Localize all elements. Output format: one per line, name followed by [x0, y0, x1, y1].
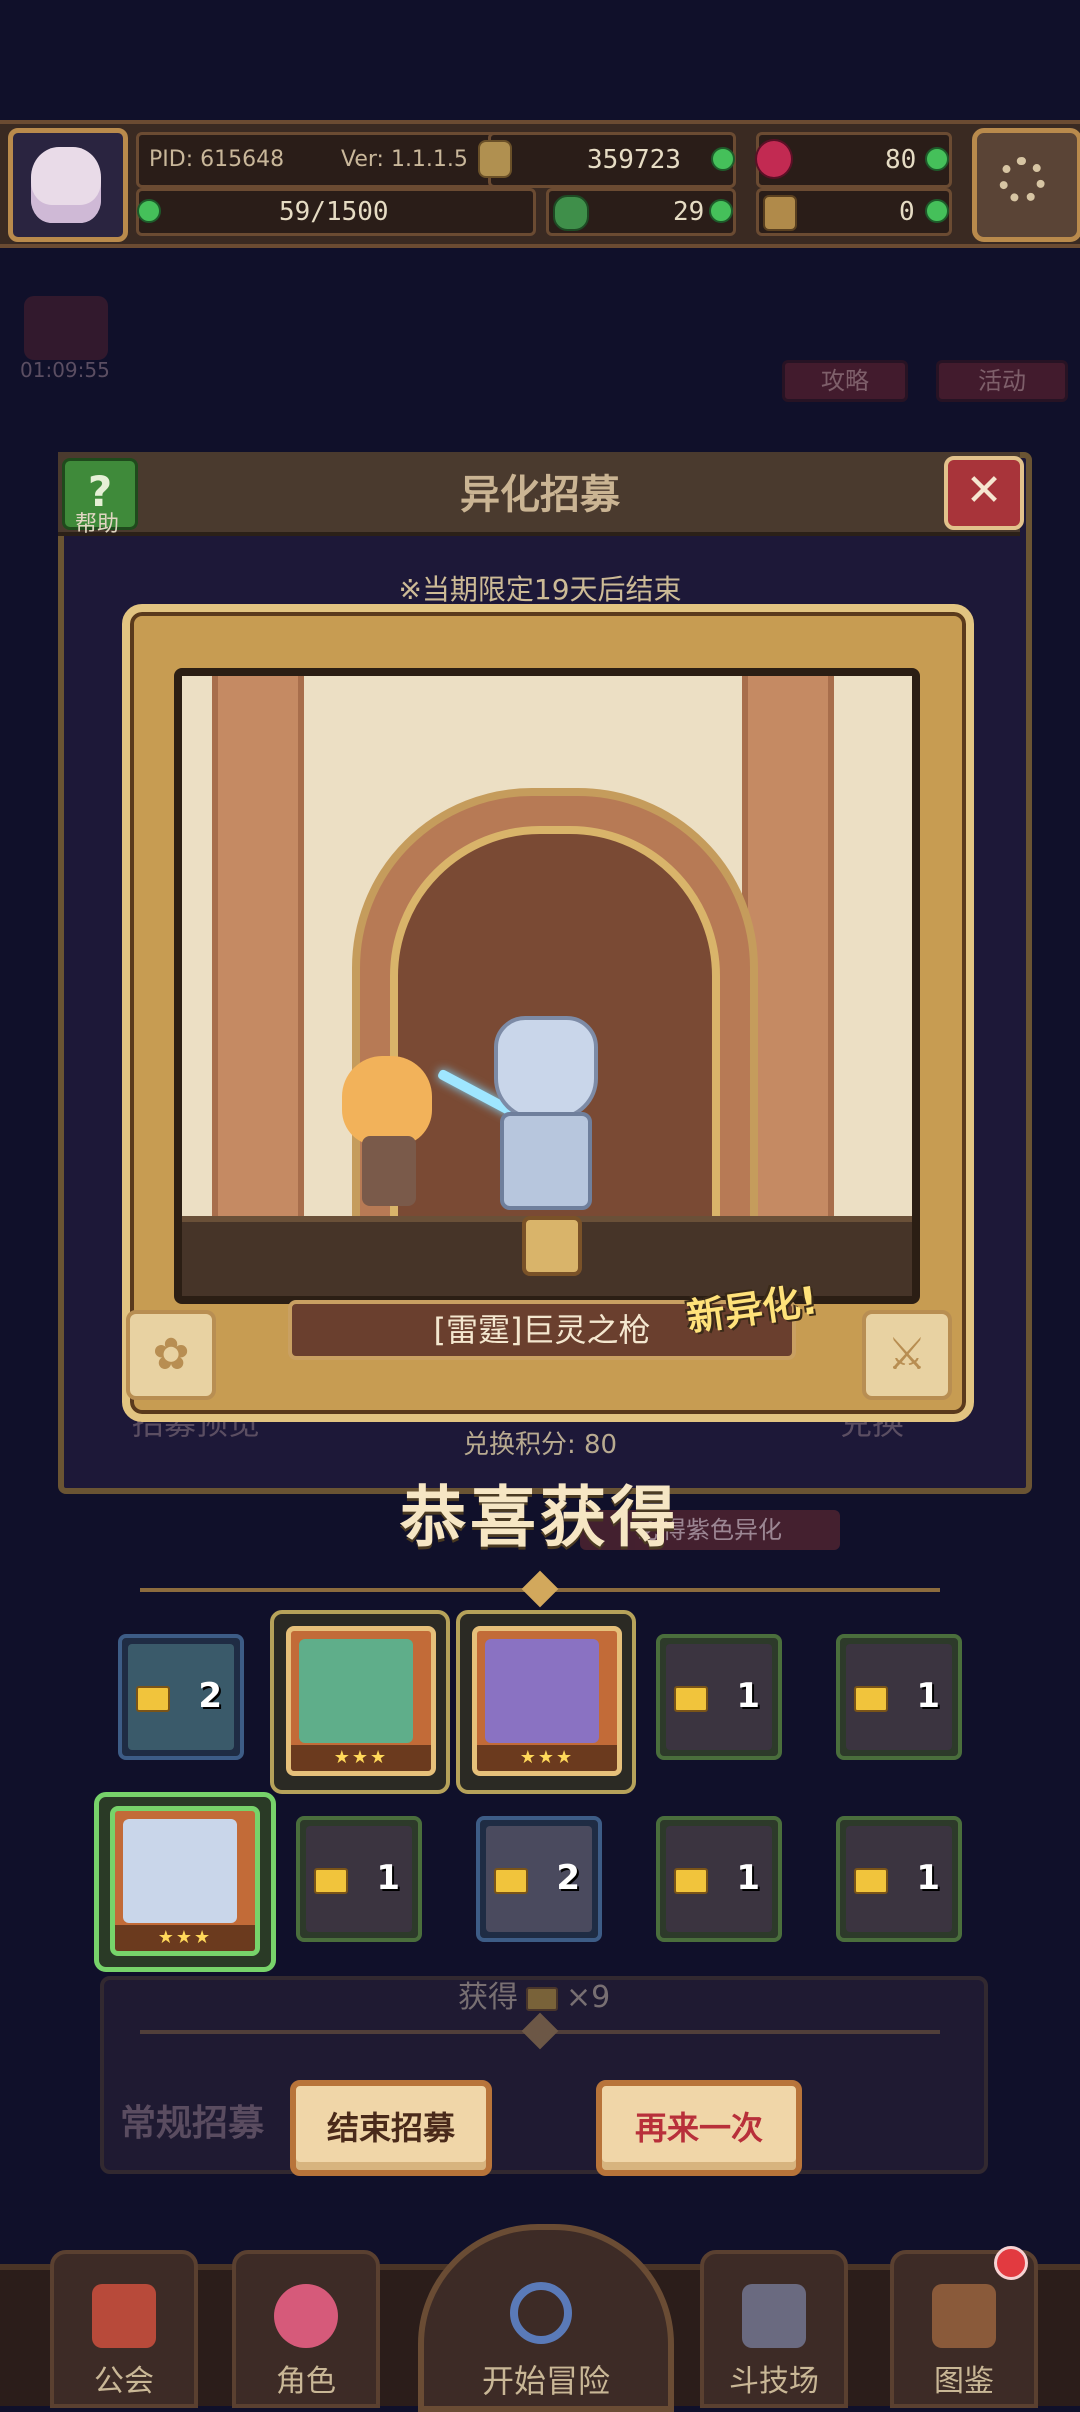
gem-field: 80: [755, 132, 952, 188]
left-pillar: [212, 676, 304, 1216]
result-count-1: 2: [198, 1676, 222, 1716]
pid-text: PID: 615648: [149, 147, 285, 172]
close-button[interactable]: ✕: [944, 456, 1024, 530]
gear-icon: [999, 157, 1045, 203]
panel-title: 异化招募: [460, 472, 620, 518]
sword-icon: ⚔: [887, 1329, 927, 1380]
result-card-3[interactable]: ★★★: [472, 1626, 622, 1776]
star-rating: ★★★: [115, 1925, 255, 1951]
divider-top: [140, 1570, 940, 1608]
clover-text: 29: [673, 197, 705, 227]
result-count-7: 1: [376, 1858, 400, 1898]
result-card-2[interactable]: ★★★: [286, 1626, 436, 1776]
clover-icon: [553, 195, 589, 231]
boots-text: 0: [899, 197, 915, 227]
nav-arena-label: 斗技场: [729, 2364, 819, 2399]
result-count-9: 1: [736, 1858, 760, 1898]
star-rating: ★★★: [477, 1745, 617, 1771]
green-hair-hero-portrait: [299, 1639, 413, 1743]
pid-field: PID: 615648 Ver: 1.1.1.5: [136, 132, 512, 188]
gift-icon: [24, 296, 108, 360]
gold-field: 359723: [488, 132, 736, 188]
sword-button[interactable]: ⚔: [862, 1310, 952, 1400]
nav-character[interactable]: 角色: [232, 2250, 380, 2408]
nav-guild[interactable]: 公会: [50, 2250, 198, 2408]
version-text: Ver: 1.1.1.5: [341, 147, 468, 172]
fox-girl-sprite: [332, 1056, 442, 1206]
armored-knight-sprite: [472, 1016, 612, 1210]
result-count-4: 1: [736, 1676, 760, 1716]
gem-add-icon[interactable]: [925, 147, 949, 171]
result-card-6[interactable]: ★★★: [110, 1806, 260, 1956]
congrats-title: 恭喜获得: [400, 1479, 680, 1556]
result-card-8[interactable]: 2: [476, 1816, 602, 1942]
nav-arena[interactable]: 斗技场: [700, 2250, 848, 2408]
stage-emblem-icon: [522, 1216, 582, 1276]
stamina-icon: [137, 199, 161, 223]
result-count-5: 1: [916, 1676, 940, 1716]
nav-guild-label: 公会: [94, 2364, 154, 2399]
magnifier-icon: [510, 2282, 572, 2344]
purple-hair-hero-portrait: [485, 1639, 599, 1743]
result-card-4[interactable]: 1: [656, 1634, 782, 1760]
event-button[interactable]: 活动: [936, 360, 1068, 402]
result-count-10: 1: [916, 1858, 940, 1898]
stamina-text: 59/1500: [279, 197, 389, 227]
knight-hero-portrait: [123, 1819, 237, 1923]
hero-stage: [174, 668, 920, 1304]
limited-notice: ※当期限定19天后结束: [398, 573, 682, 606]
swords-icon: [742, 2284, 806, 2348]
book-icon: [932, 2284, 996, 2348]
nav-character-label: 角色: [276, 2364, 336, 2399]
result-card-7[interactable]: 1: [296, 1816, 422, 1942]
gem-text: 80: [885, 145, 917, 175]
end-recruit-button[interactable]: 结束招募: [290, 2080, 492, 2176]
nav-adventure-label: 开始冒险: [481, 2362, 610, 2400]
clover-field: 29: [546, 188, 736, 236]
settings-button[interactable]: [972, 128, 1080, 242]
boots-field: 0: [756, 188, 952, 236]
nav-atlas-label: 图鉴: [934, 2364, 994, 2399]
character-icon: [274, 2284, 338, 2348]
result-card-1[interactable]: 2: [118, 1634, 244, 1760]
boots-add-icon[interactable]: [925, 199, 949, 223]
paw-button[interactable]: ✿: [126, 1310, 216, 1400]
coin-icon: [478, 140, 512, 178]
result-card-9[interactable]: 1: [656, 1816, 782, 1942]
guide-button[interactable]: 攻略: [782, 360, 908, 402]
stamina-bar: 59/1500: [136, 188, 536, 236]
result-card-5[interactable]: 1: [836, 1634, 962, 1760]
ruby-icon: [755, 139, 793, 179]
clover-add-icon[interactable]: [709, 199, 733, 223]
boots-icon: [763, 195, 797, 231]
guild-icon: [92, 2284, 156, 2348]
normal-recruit-label: 常规招募: [120, 2103, 265, 2144]
exchange-points: 兑换积分: 80: [462, 1430, 618, 1460]
star-rating: ★★★: [291, 1745, 431, 1771]
result-card-10[interactable]: 1: [836, 1816, 962, 1942]
player-avatar[interactable]: [8, 128, 128, 242]
nav-adventure[interactable]: 开始冒险: [418, 2224, 674, 2412]
notification-badge: [994, 2246, 1028, 2280]
event-timer: 01:09:55: [20, 358, 110, 382]
gold-add-icon[interactable]: [711, 147, 735, 171]
gold-text: 359723: [587, 145, 681, 175]
recruit-again-button[interactable]: 再来一次: [596, 2080, 802, 2176]
result-count-8: 2: [556, 1858, 580, 1898]
paw-icon: ✿: [152, 1329, 190, 1380]
help-label: 帮助: [74, 512, 119, 537]
